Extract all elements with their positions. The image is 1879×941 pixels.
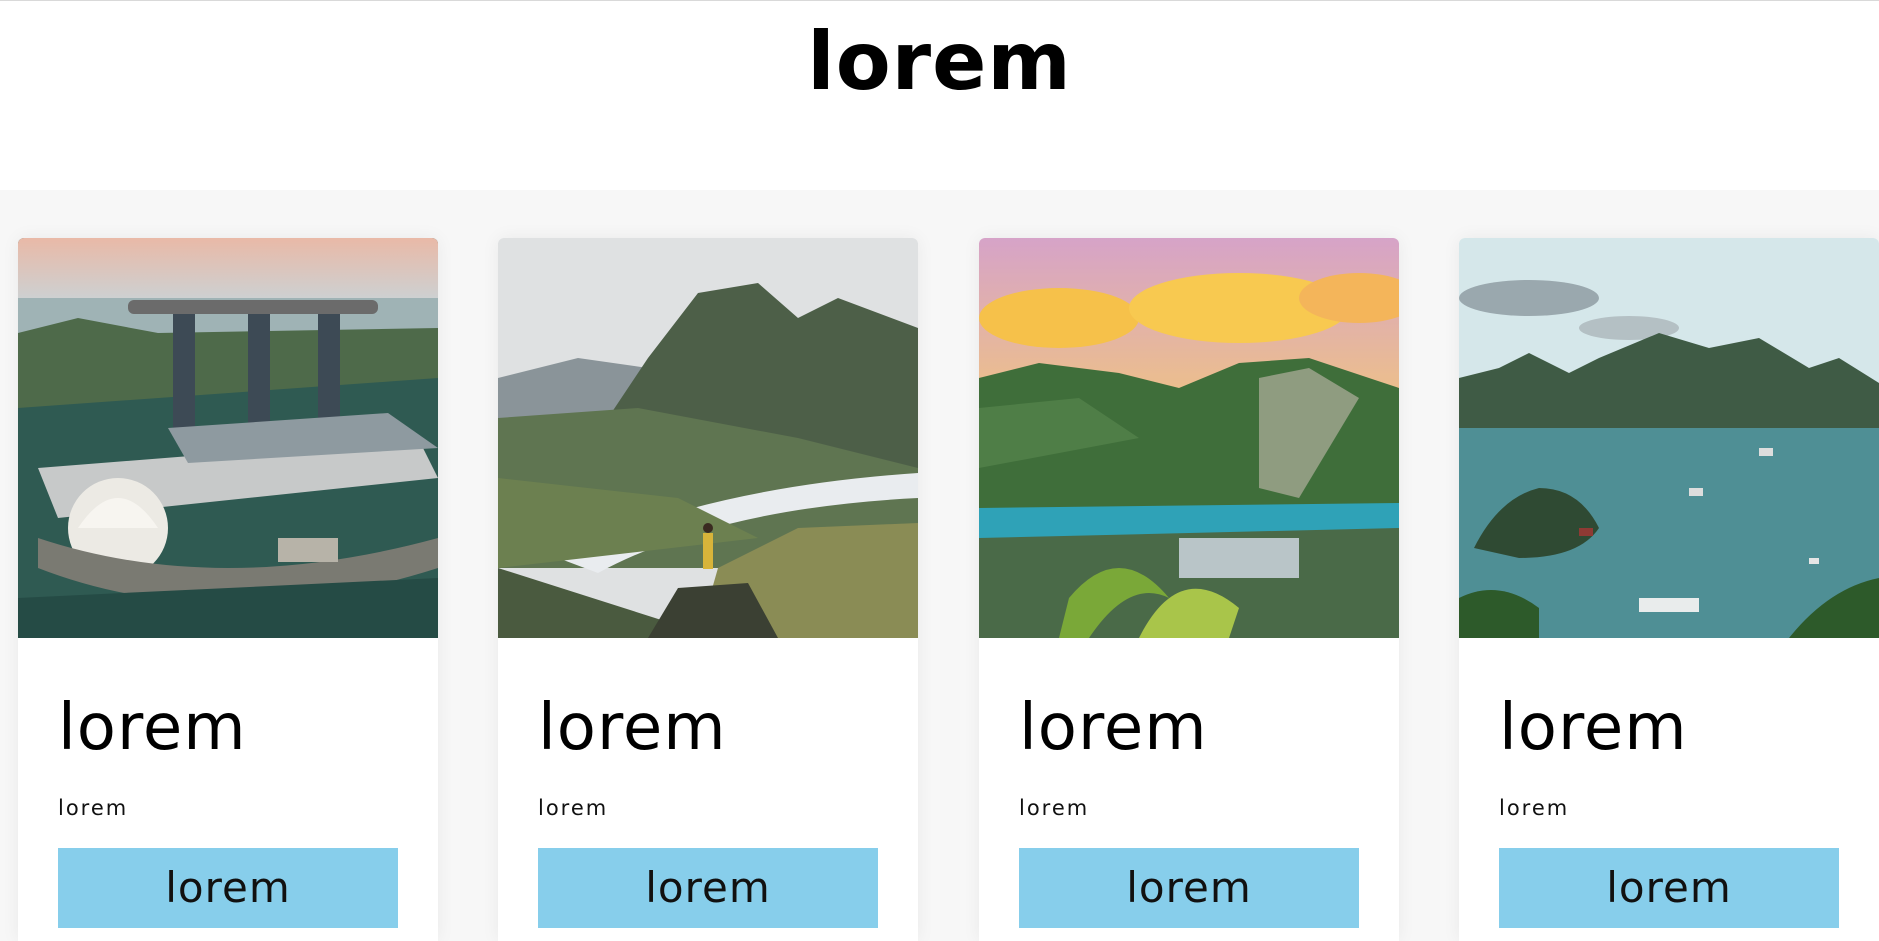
destination-card: lorem lorem lorem xyxy=(979,238,1399,941)
card-subtitle: lorem xyxy=(58,796,129,820)
card-action-button[interactable]: lorem xyxy=(58,848,398,928)
destination-card: lorem lorem lorem xyxy=(1459,238,1879,941)
card-image xyxy=(1459,238,1879,638)
card-image xyxy=(979,238,1399,638)
card-title: lorem xyxy=(58,691,247,765)
card-title: lorem xyxy=(1019,691,1208,765)
destination-card: lorem lorem lorem xyxy=(498,238,918,941)
card-image xyxy=(18,238,438,638)
card-gallery: lorem lorem lorem lorem lorem lorem lore… xyxy=(0,238,1879,941)
card-action-button[interactable]: lorem xyxy=(1019,848,1359,928)
card-subtitle: lorem xyxy=(1499,796,1570,820)
card-subtitle: lorem xyxy=(538,796,609,820)
card-title: lorem xyxy=(538,691,727,765)
card-subtitle: lorem xyxy=(1019,796,1090,820)
card-title: lorem xyxy=(1499,691,1688,765)
card-image xyxy=(498,238,918,638)
page-title: lorem xyxy=(807,15,1072,108)
destination-card: lorem lorem lorem xyxy=(18,238,438,941)
card-action-button[interactable]: lorem xyxy=(538,848,878,928)
card-action-button[interactable]: lorem xyxy=(1499,848,1839,928)
top-divider xyxy=(0,0,1879,1)
